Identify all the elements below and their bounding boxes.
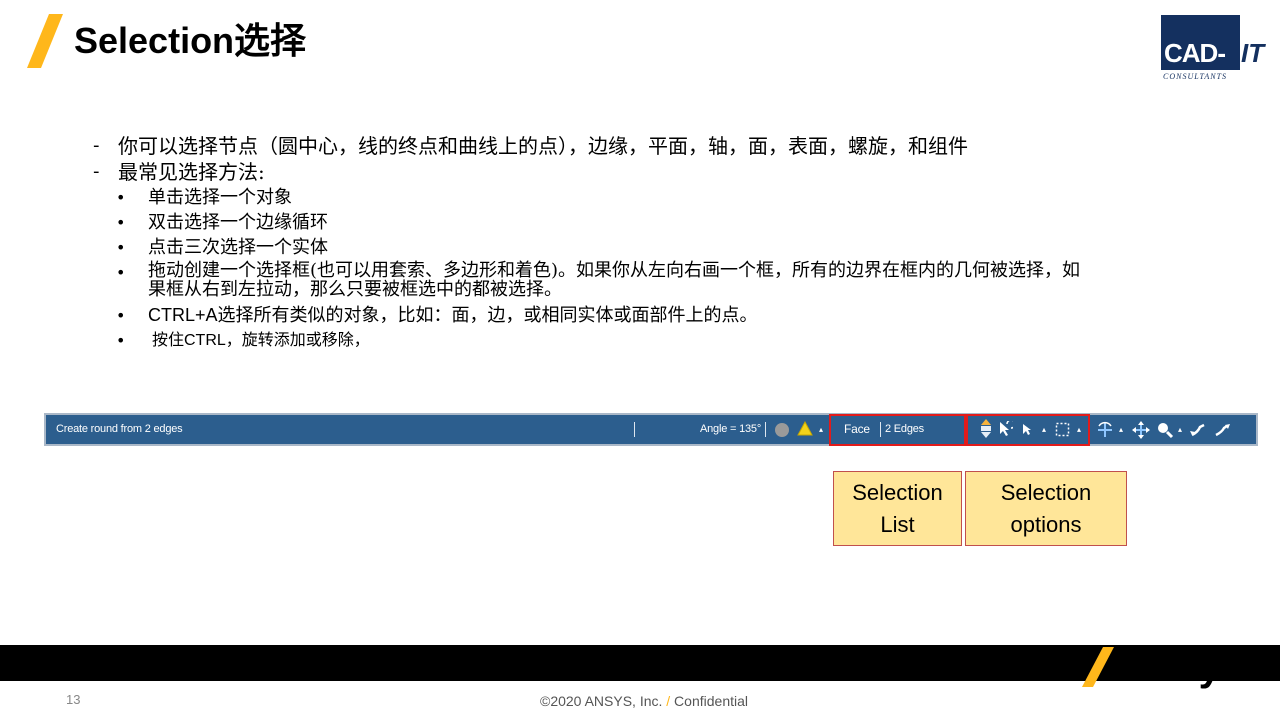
spin-icon[interactable] xyxy=(1096,421,1114,439)
dash-marker: - xyxy=(93,161,100,182)
bullet-l2-text: 按住CTRL，旋转添加或移除， xyxy=(152,329,370,352)
slide-body: - 你可以选择节点（圆中心，线的终点和曲线上的点），边缘，平面，轴，面，表面，螺… xyxy=(0,0,1280,400)
callout-line: Selection xyxy=(1000,480,1092,505)
bullet-marker: • xyxy=(116,188,126,207)
selection-list-highlight xyxy=(829,414,966,446)
bullet-marker: • xyxy=(116,263,126,282)
status-separator xyxy=(765,422,766,437)
ansys-logo-slash xyxy=(1082,647,1114,687)
confidential-text: Confidential xyxy=(670,693,748,709)
status-message: Create round from 2 edges xyxy=(56,423,183,435)
angle-readout: Angle = 135° xyxy=(700,423,762,435)
ctrl-a-description: 选择所有类似的对象，比如：面，边，或相同实体或面部件上的点。 xyxy=(217,305,758,326)
bullet-l2-text: 单击选择一个对象 xyxy=(148,187,292,208)
warning-dropdown-icon[interactable]: ▴ xyxy=(819,415,823,444)
callout-line: options xyxy=(1010,512,1082,537)
copyright-notice: ©2020 ANSYS, Inc. / Confidential xyxy=(540,690,748,712)
bullet-marker: • xyxy=(116,331,126,350)
selection-list-callout: Selection List xyxy=(833,471,962,546)
bullet-marker: • xyxy=(116,213,126,232)
bullet-l2-text: CTRL+A选择所有类似的对象，比如：面，边，或相同实体或面部件上的点。 xyxy=(148,304,758,327)
bullet-marker: • xyxy=(116,306,126,325)
bullet-l1-text: 你可以选择节点（圆中心，线的终点和曲线上的点），边缘，平面，轴，面，表面，螺旋，… xyxy=(118,134,968,158)
next-view-icon[interactable] xyxy=(1214,423,1232,437)
zoom-dropdown-icon[interactable]: ▴ xyxy=(1178,415,1182,444)
ctrl-hold-description: ，旋转添加或移除， xyxy=(225,330,370,349)
page-number: 13 xyxy=(66,692,81,707)
bullet-l2-text: 点击三次选择一个实体 xyxy=(148,237,328,258)
status-circle-icon[interactable] xyxy=(775,423,789,437)
selection-options-callout: Selection options xyxy=(965,471,1127,546)
ansys-logo: Ansys xyxy=(1126,645,1242,689)
bullet-l2-text: 双击选择一个边缘循环 xyxy=(148,212,328,233)
zoom-icon[interactable] xyxy=(1156,421,1174,439)
selection-options-highlight xyxy=(966,414,1090,446)
callout-line: List xyxy=(880,512,915,537)
previous-view-icon[interactable] xyxy=(1190,423,1208,437)
warning-icon[interactable] xyxy=(797,421,813,436)
bullet-marker: • xyxy=(116,238,126,257)
ctrl-a-shortcut: CTRL+A xyxy=(148,305,218,325)
pan-icon[interactable] xyxy=(1132,421,1150,439)
spin-dropdown-icon[interactable]: ▴ xyxy=(1119,415,1123,444)
ctrl-hold-shortcut: 按住CTRL xyxy=(152,332,226,349)
dash-marker: - xyxy=(93,135,100,156)
callout-line: Selection xyxy=(852,480,943,505)
bullet-l2-text-continued: 果框从右到左拉动，那么只要被框选中的都被选择。 xyxy=(148,279,562,300)
status-separator xyxy=(634,422,635,437)
bullet-l1-text: 最常见选择方法: xyxy=(118,160,265,184)
copyright-text: ©2020 ANSYS, Inc. xyxy=(540,693,667,709)
